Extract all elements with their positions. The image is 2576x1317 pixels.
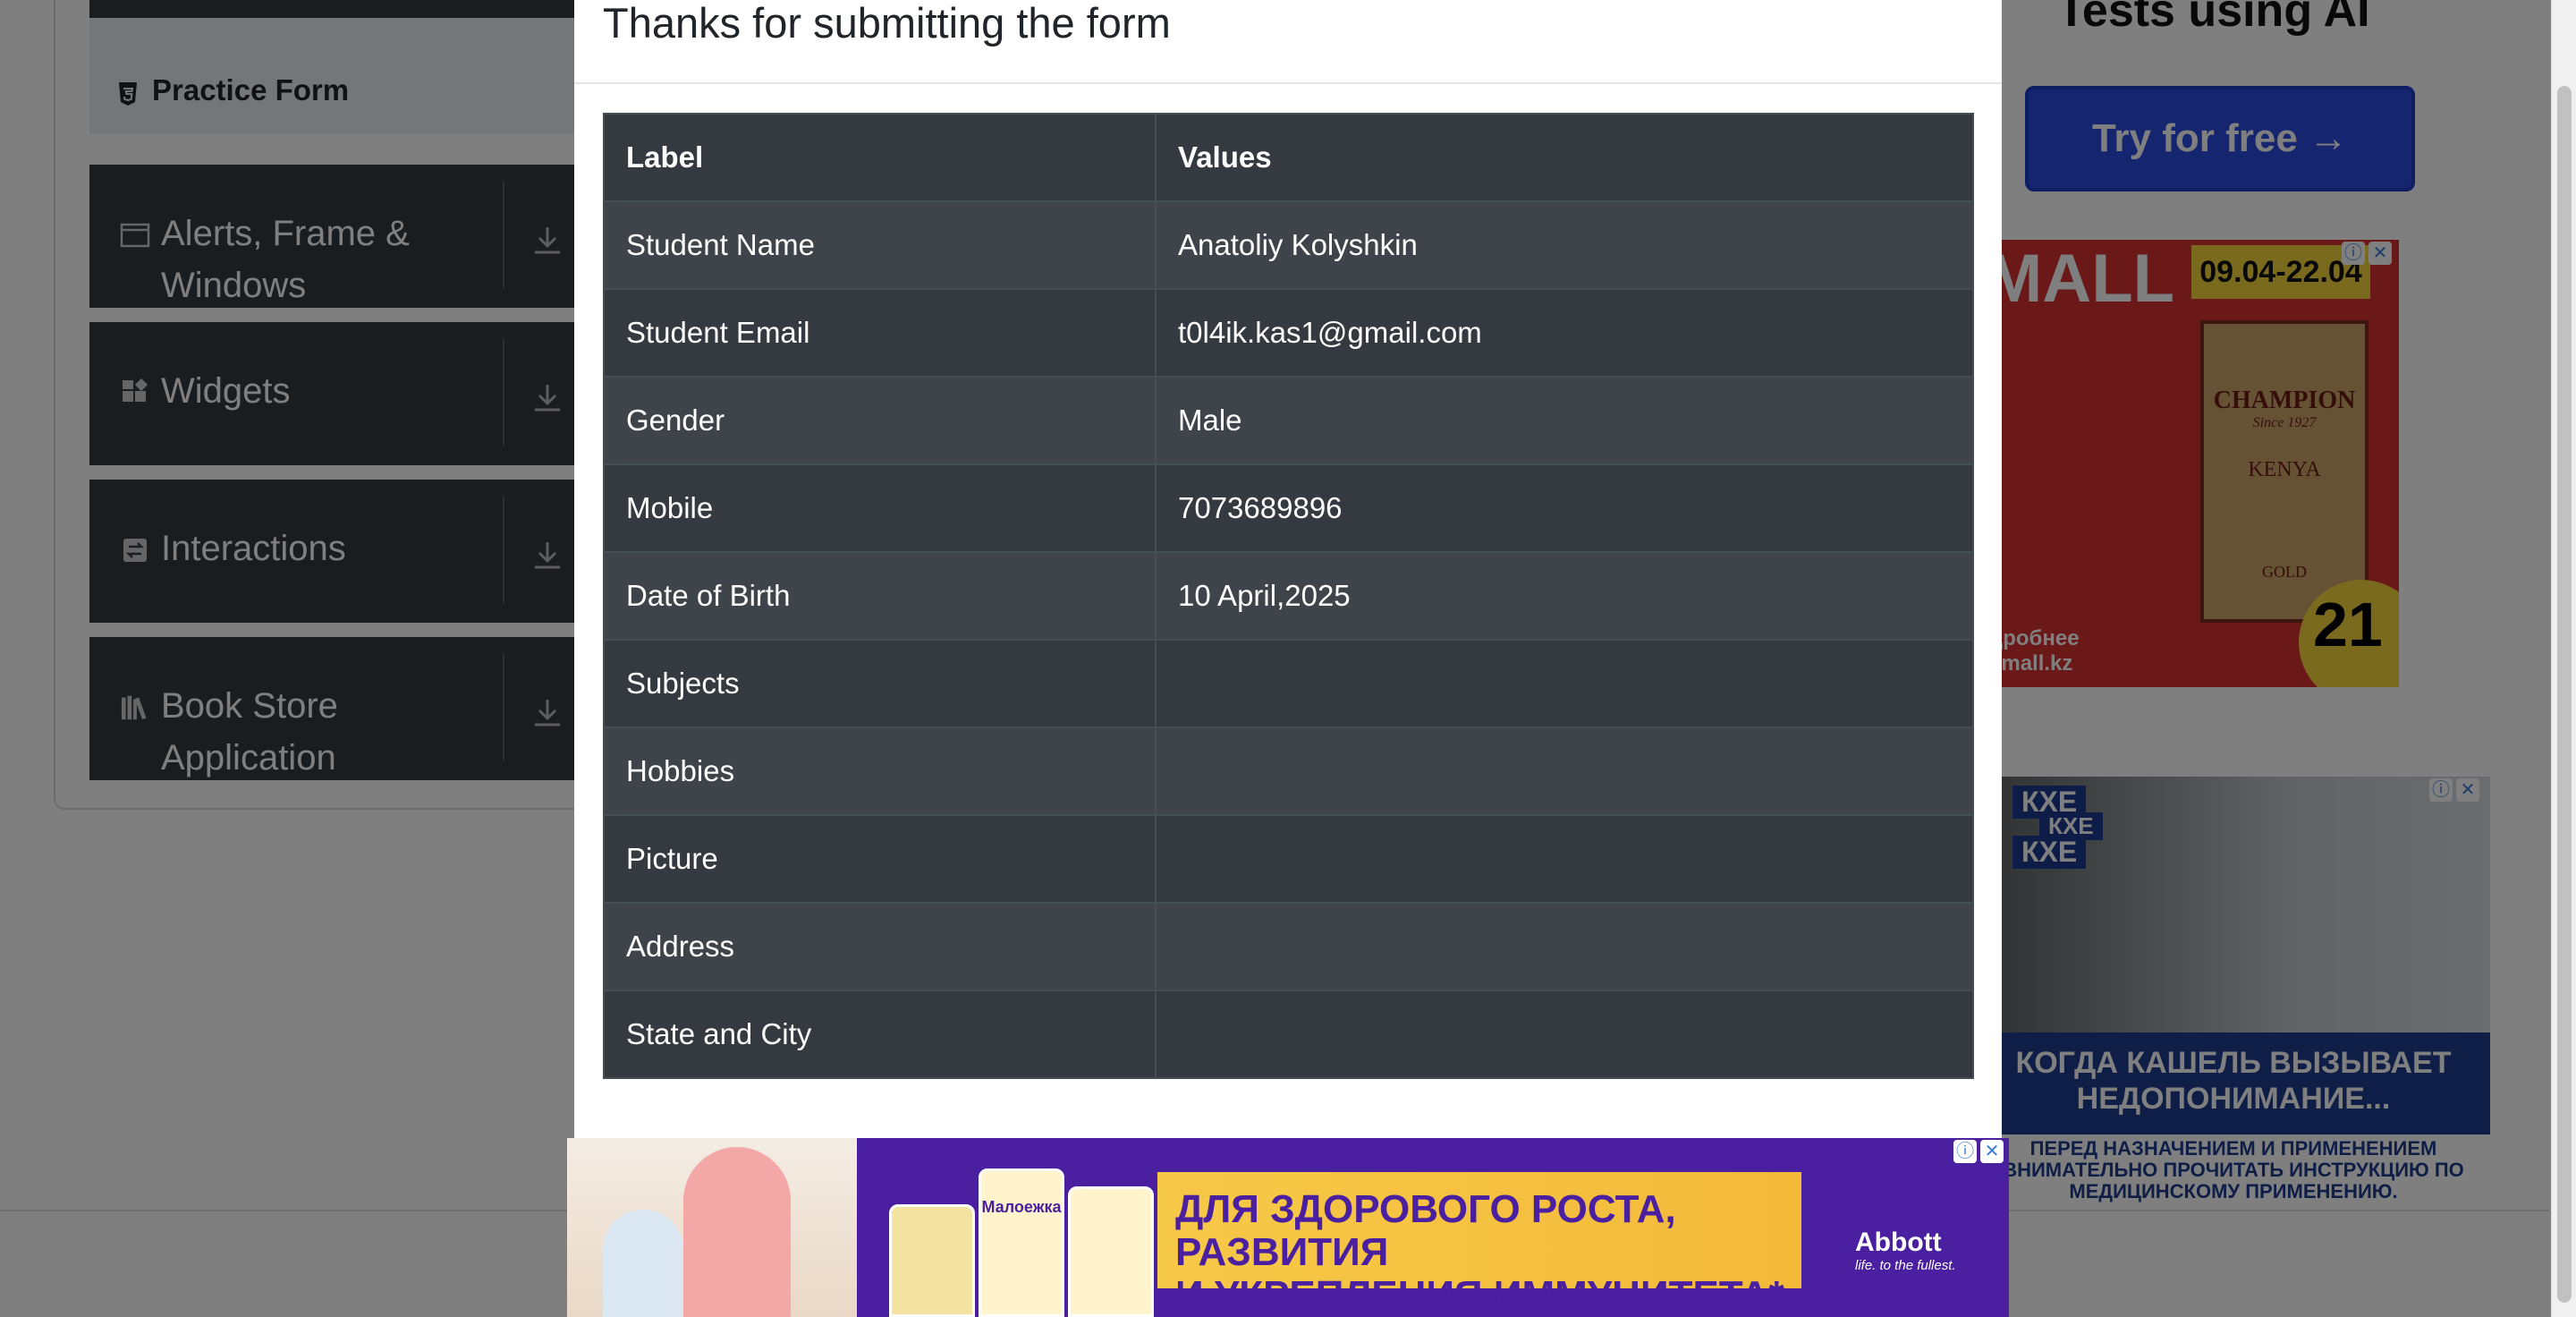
table-row: Picture xyxy=(603,814,1974,904)
scrollbar-thumb[interactable] xyxy=(2557,86,2572,1303)
ad-bottom-line: И УКРЕПЛЕНИЯ ИММУНИТЕТА* xyxy=(1175,1273,1784,1317)
column-header-label: Label xyxy=(603,113,1157,202)
row-label: Subjects xyxy=(603,639,1157,728)
table-header-row: Label Values xyxy=(603,113,1974,202)
row-label: Hobbies xyxy=(603,726,1157,816)
abbott-logo: Abbott life. to the fullest. xyxy=(1855,1228,1956,1273)
row-label: Date of Birth xyxy=(603,551,1157,641)
row-value xyxy=(1155,990,1974,1079)
row-value xyxy=(1155,814,1974,904)
row-label: Student Name xyxy=(603,200,1157,290)
row-value: 10 April,2025 xyxy=(1155,551,1974,641)
photo-child xyxy=(603,1210,683,1317)
table-row: Subjects xyxy=(603,639,1974,728)
table-row: Gender Male xyxy=(603,376,1974,465)
product-can: Малоежка xyxy=(979,1168,1064,1317)
brand-name: Abbott xyxy=(1855,1228,1942,1257)
brand-slogan: life. to the fullest. xyxy=(1855,1258,1956,1273)
table-row: Student Email t0l4ik.kas1@gmail.com xyxy=(603,288,1974,378)
ad-choices[interactable]: ⓘ ✕ xyxy=(1953,1140,2004,1167)
info-icon[interactable]: ⓘ xyxy=(1953,1140,1977,1163)
row-value xyxy=(1155,902,1974,991)
table-row: Date of Birth 10 April,2025 xyxy=(603,551,1974,641)
product-name: Малоежка xyxy=(981,1198,1062,1216)
row-value: Anatoliy Kolyshkin xyxy=(1155,200,1974,290)
table-row: State and City xyxy=(603,990,1974,1079)
row-label: Address xyxy=(603,902,1157,991)
ad-bottom-text: ДЛЯ ЗДОРОВОГО РОСТА, РАЗВИТИЯ И УКРЕПЛЕН… xyxy=(1175,1188,1801,1317)
close-icon[interactable]: ✕ xyxy=(1980,1140,2004,1163)
photo-person xyxy=(683,1147,791,1317)
column-header-values: Values xyxy=(1155,113,1974,202)
modal-title: Thanks for submitting the form xyxy=(603,0,1171,47)
row-label: State and City xyxy=(603,990,1157,1079)
table-row: Hobbies xyxy=(603,726,1974,816)
row-label: Gender xyxy=(603,376,1157,465)
ad-products: Малоежка xyxy=(889,1165,1157,1317)
table-row: Address xyxy=(603,902,1974,991)
product-bottle xyxy=(1068,1186,1154,1317)
ad-bottom-line: ДЛЯ ЗДОРОВОГО РОСТА, РАЗВИТИЯ xyxy=(1175,1187,1676,1274)
modal-header-divider xyxy=(574,82,2002,84)
row-value xyxy=(1155,726,1974,816)
product-glass xyxy=(889,1204,975,1317)
row-value: t0l4ik.kas1@gmail.com xyxy=(1155,288,1974,378)
page-scrollbar[interactable] xyxy=(2551,0,2576,1317)
row-label: Picture xyxy=(603,814,1157,904)
row-value: 7073689896 xyxy=(1155,463,1974,553)
row-value xyxy=(1155,639,1974,728)
ad-family-photo xyxy=(567,1138,857,1317)
ad-bottom-banner[interactable]: Малоежка ДЛЯ ЗДОРОВОГО РОСТА, РАЗВИТИЯ И… xyxy=(567,1138,2009,1317)
row-label: Mobile xyxy=(603,463,1157,553)
ad-bottom-text-banner: ДЛЯ ЗДОРОВОГО РОСТА, РАЗВИТИЯ И УКРЕПЛЕН… xyxy=(1157,1172,1801,1317)
row-value: Male xyxy=(1155,376,1974,465)
submission-table: Label Values Student Name Anatoliy Kolys… xyxy=(603,113,1974,1079)
table-row: Mobile 7073689896 xyxy=(603,463,1974,553)
table-row: Student Name Anatoliy Kolyshkin xyxy=(603,200,1974,290)
row-label: Student Email xyxy=(603,288,1157,378)
